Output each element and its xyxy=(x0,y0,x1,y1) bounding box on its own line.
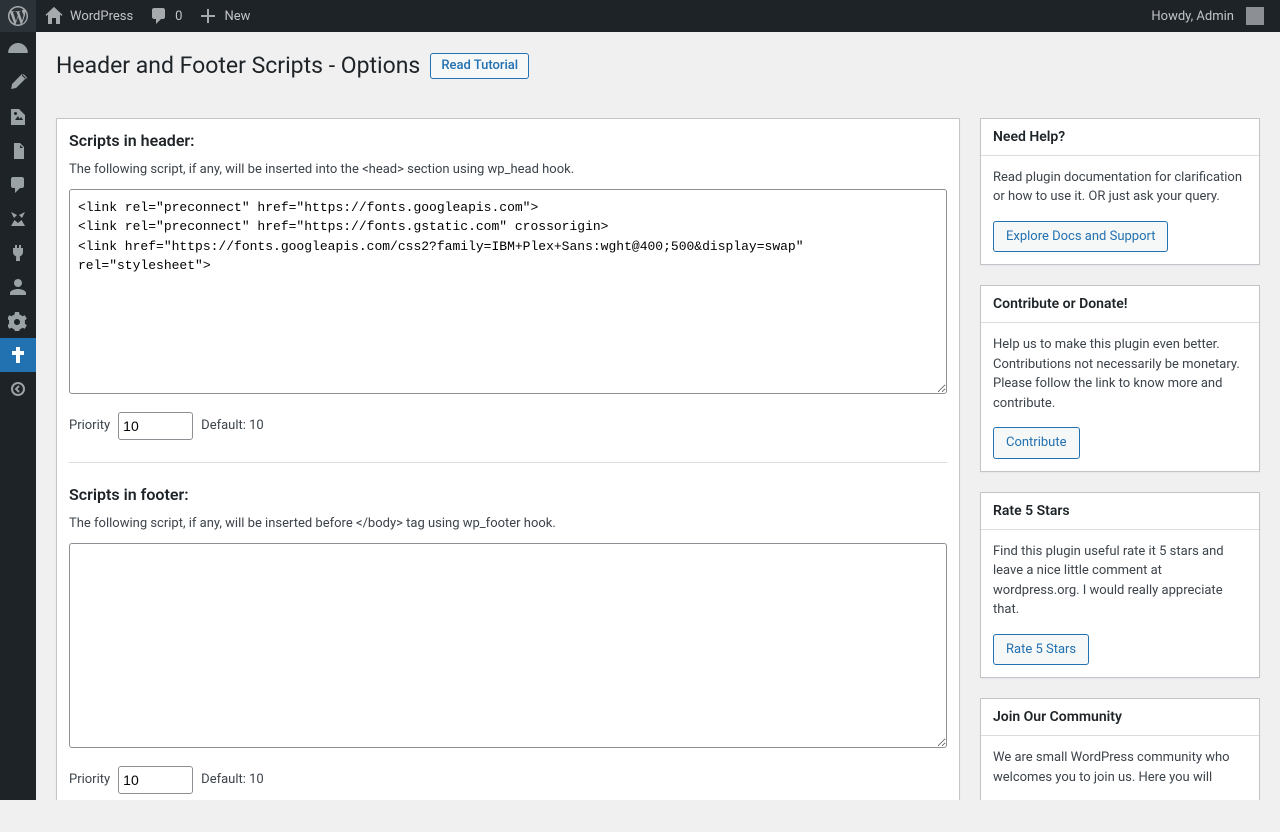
rate-text: Find this plugin useful rate it 5 stars … xyxy=(993,542,1247,620)
wp-logo-menu[interactable] xyxy=(0,0,36,32)
footer-default-text: Default: 10 xyxy=(201,772,264,787)
footer-scripts-textarea[interactable] xyxy=(69,543,947,748)
menu-media[interactable] xyxy=(0,100,36,134)
community-title: Join Our Community xyxy=(981,699,1259,736)
contribute-title: Contribute or Donate! xyxy=(981,286,1259,323)
rate-box: Rate 5 Stars Find this plugin useful rat… xyxy=(980,492,1260,679)
site-name-text: WordPress xyxy=(70,9,133,24)
admin-menu xyxy=(0,32,36,800)
avatar xyxy=(1246,7,1264,25)
read-tutorial-button[interactable]: Read Tutorial xyxy=(430,53,529,80)
comments-link[interactable]: 0 xyxy=(141,0,190,32)
menu-pages[interactable] xyxy=(0,134,36,168)
page-title: Header and Footer Scripts - Options Read… xyxy=(56,42,1260,85)
rate-button[interactable]: Rate 5 Stars xyxy=(993,634,1089,666)
header-priority-input[interactable] xyxy=(118,412,193,440)
rate-title: Rate 5 Stars xyxy=(981,493,1259,530)
menu-comments[interactable] xyxy=(0,168,36,202)
community-text: We are small WordPress community who wel… xyxy=(993,748,1247,787)
help-text: Read plugin documentation for clarificat… xyxy=(993,168,1247,207)
explore-docs-button[interactable]: Explore Docs and Support xyxy=(993,221,1168,253)
menu-posts[interactable] xyxy=(0,66,36,100)
menu-tools[interactable] xyxy=(0,304,36,338)
home-icon xyxy=(44,6,64,26)
menu-collapse[interactable] xyxy=(0,372,36,406)
menu-dashboard[interactable] xyxy=(0,32,36,66)
main-scripts-panel: Scripts in header: The following script,… xyxy=(56,118,960,800)
menu-appearance[interactable] xyxy=(0,202,36,236)
footer-priority-input[interactable] xyxy=(118,766,193,794)
new-content-link[interactable]: New xyxy=(190,0,258,32)
comments-icon xyxy=(149,6,169,26)
contribute-text: Help us to make this plugin even better.… xyxy=(993,335,1247,413)
header-scripts-desc: The following script, if any, will be in… xyxy=(69,162,947,177)
new-label: New xyxy=(224,9,250,24)
footer-scripts-desc: The following script, if any, will be in… xyxy=(69,516,947,531)
contribute-button[interactable]: Contribute xyxy=(993,427,1080,459)
plus-icon xyxy=(198,6,218,26)
my-account-link[interactable]: Howdy, Admin xyxy=(1143,0,1272,32)
contribute-box: Contribute or Donate! Help us to make th… xyxy=(980,285,1260,472)
menu-plugins[interactable] xyxy=(0,236,36,270)
header-scripts-heading: Scripts in header: xyxy=(69,131,947,150)
footer-priority-label: Priority xyxy=(69,772,110,787)
header-scripts-textarea[interactable] xyxy=(69,189,947,394)
menu-settings[interactable] xyxy=(0,338,36,372)
howdy-text: Howdy, Admin xyxy=(1151,9,1234,24)
menu-users[interactable] xyxy=(0,270,36,304)
community-box: Join Our Community We are small WordPres… xyxy=(980,698,1260,800)
header-priority-label: Priority xyxy=(69,418,110,433)
wordpress-logo-icon xyxy=(8,6,28,26)
header-default-text: Default: 10 xyxy=(201,418,264,433)
help-box: Need Help? Read plugin documentation for… xyxy=(980,118,1260,266)
help-title: Need Help? xyxy=(981,119,1259,156)
comments-count: 0 xyxy=(175,9,182,24)
site-name-link[interactable]: WordPress xyxy=(36,0,141,32)
footer-scripts-heading: Scripts in footer: xyxy=(69,485,947,504)
admin-bar: WordPress 0 New Howdy, Admin xyxy=(0,0,1280,32)
